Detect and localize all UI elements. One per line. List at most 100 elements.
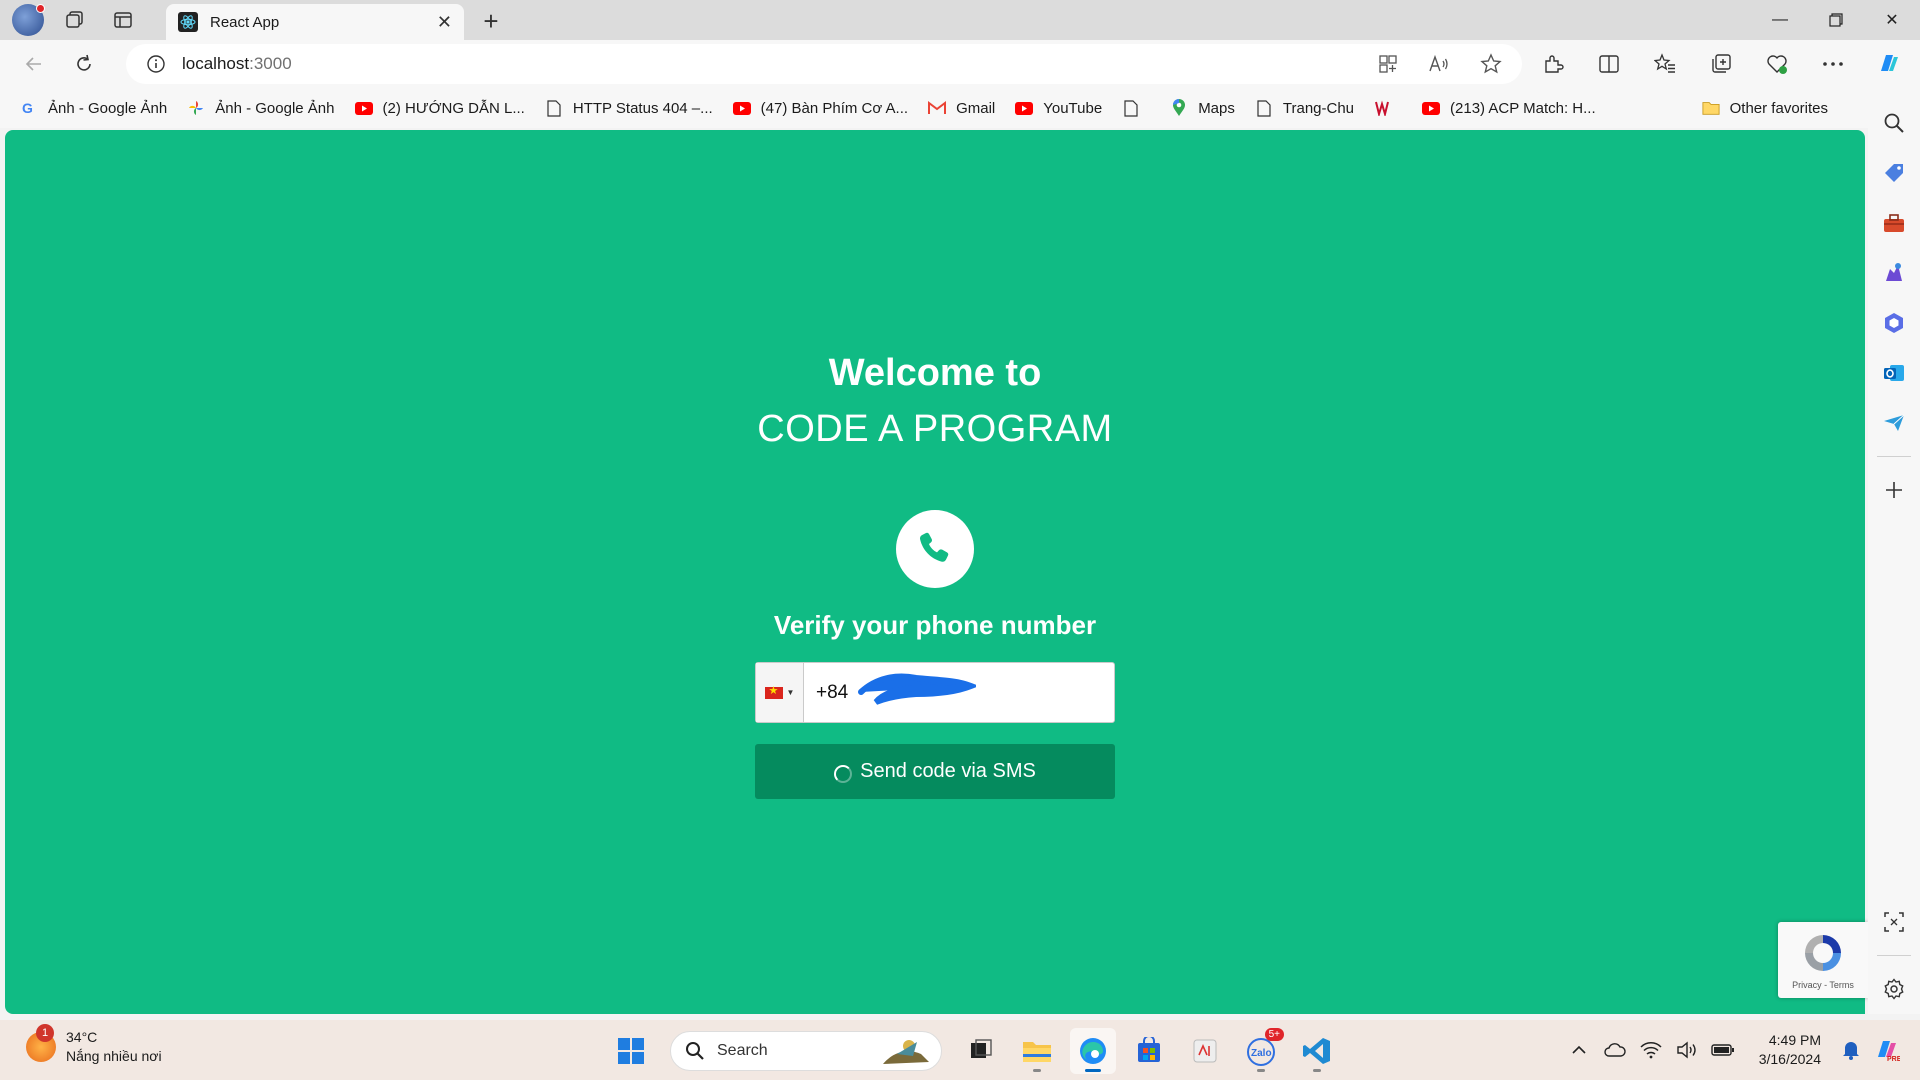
country-selector[interactable]: ▼ bbox=[756, 663, 804, 722]
sidebar-divider bbox=[1877, 456, 1911, 457]
workspaces-icon[interactable] bbox=[58, 3, 92, 37]
taskbar-search[interactable]: Search bbox=[670, 1031, 942, 1071]
running-indicator bbox=[1313, 1069, 1321, 1072]
google-photos-icon bbox=[187, 99, 205, 117]
clock[interactable]: 4:49 PM 3/16/2024 bbox=[1759, 1031, 1821, 1069]
close-window-button[interactable]: ✕ bbox=[1864, 0, 1920, 40]
shopping-tag-icon[interactable] bbox=[1878, 157, 1910, 189]
page-icon bbox=[1255, 99, 1273, 117]
svg-text:PRE: PRE bbox=[1887, 1056, 1900, 1063]
search-icon[interactable] bbox=[1878, 107, 1910, 139]
extensions-icon[interactable] bbox=[1536, 47, 1570, 81]
url-text: localhost:3000 bbox=[182, 54, 292, 74]
zalo-icon[interactable]: Zalo 5+ bbox=[1238, 1028, 1284, 1074]
weather-sun-icon: 1 bbox=[26, 1024, 56, 1062]
bookmark-label: (213) ACP Match: H... bbox=[1450, 99, 1596, 117]
bookmark-item[interactable]: HTTP Status 404 –... bbox=[545, 99, 713, 117]
notification-bell-icon[interactable] bbox=[1836, 1035, 1866, 1065]
microsoft-365-icon[interactable] bbox=[1878, 307, 1910, 339]
weather-widget[interactable]: 1 34°C Nắng nhiều nơi bbox=[26, 1024, 162, 1066]
bookmark-label: Ảnh - Google Ảnh bbox=[48, 99, 168, 117]
chevron-up-icon[interactable] bbox=[1564, 1035, 1594, 1065]
recaptcha-badge[interactable]: Privacy - Terms bbox=[1778, 922, 1868, 998]
edge-sidebar bbox=[1868, 88, 1920, 1014]
volume-icon[interactable] bbox=[1672, 1035, 1702, 1065]
start-button[interactable] bbox=[608, 1028, 654, 1074]
bookmark-label: YouTube bbox=[1043, 99, 1103, 117]
profile-avatar[interactable] bbox=[12, 4, 45, 36]
wifi-icon[interactable] bbox=[1636, 1035, 1666, 1065]
minimize-button[interactable]: — bbox=[1752, 0, 1808, 40]
bookmark-label: Ảnh - Google Ảnh bbox=[215, 99, 335, 117]
new-tab-button[interactable]: + bbox=[476, 6, 506, 36]
battery-icon[interactable] bbox=[1708, 1035, 1738, 1065]
close-tab-icon[interactable]: ✕ bbox=[437, 12, 452, 33]
phone-icon bbox=[920, 532, 949, 562]
refresh-button[interactable] bbox=[64, 44, 104, 84]
games-icon[interactable] bbox=[1878, 257, 1910, 289]
copilot-icon[interactable] bbox=[1872, 47, 1906, 81]
site-icon bbox=[1374, 99, 1392, 117]
page-icon bbox=[545, 99, 563, 117]
bookmark-item[interactable]: (213) ACP Match: H... bbox=[1422, 99, 1596, 117]
more-options-icon[interactable] bbox=[1816, 47, 1850, 81]
favorites-bar: G Ảnh - Google Ảnh Ảnh - Google Ảnh (2) H… bbox=[0, 88, 1920, 128]
task-view-button[interactable] bbox=[958, 1028, 1004, 1074]
add-icon[interactable] bbox=[1878, 474, 1910, 506]
unknown-app-icon[interactable] bbox=[1182, 1028, 1228, 1074]
page-viewport: Welcome to CODE A PROGRAM Verify your ph… bbox=[5, 130, 1868, 1014]
favorites-icon[interactable] bbox=[1648, 47, 1682, 81]
settings-gear-icon[interactable] bbox=[1878, 973, 1910, 1005]
bookmark-item[interactable]: Maps bbox=[1170, 99, 1235, 117]
tools-icon[interactable] bbox=[1878, 207, 1910, 239]
send-sms-button[interactable]: Send code via SMS bbox=[755, 744, 1115, 799]
read-aloud-icon[interactable] bbox=[1428, 54, 1450, 74]
restore-button[interactable] bbox=[1808, 0, 1864, 40]
notification-dot bbox=[36, 4, 45, 13]
bookmark-label: Gmail bbox=[956, 99, 996, 117]
bookmark-item[interactable]: Trang-Chu bbox=[1255, 99, 1354, 117]
back-button[interactable] bbox=[14, 44, 54, 84]
outlook-icon[interactable] bbox=[1878, 357, 1910, 389]
phone-number-field[interactable]: ▼ +84 bbox=[755, 662, 1115, 723]
sidebar-bottom bbox=[1868, 897, 1920, 1014]
window-controls: — ✕ bbox=[1752, 0, 1920, 40]
bookmark-item[interactable] bbox=[1122, 99, 1150, 117]
collections-icon[interactable] bbox=[1704, 47, 1738, 81]
onedrive-cloud-icon[interactable] bbox=[1600, 1035, 1630, 1065]
site-info-icon[interactable] bbox=[146, 54, 166, 74]
vietnam-flag-icon bbox=[764, 684, 783, 699]
bookmark-item[interactable]: Ảnh - Google Ảnh bbox=[187, 99, 335, 117]
clock-date: 3/16/2024 bbox=[1758, 1051, 1821, 1067]
microsoft-store-icon[interactable] bbox=[1126, 1028, 1172, 1074]
tab-react-app[interactable]: React App ✕ bbox=[166, 4, 464, 40]
phone-badge bbox=[896, 510, 974, 588]
app-available-icon[interactable] bbox=[1378, 54, 1398, 74]
edge-browser-icon[interactable] bbox=[1070, 1028, 1116, 1074]
other-favorites[interactable]: Other favorites bbox=[1702, 99, 1828, 117]
bookmark-item[interactable]: (47) Bàn Phím Cơ A... bbox=[732, 99, 908, 117]
browser-essentials-icon[interactable] bbox=[1760, 47, 1794, 81]
bookmark-item[interactable]: YouTube bbox=[1015, 99, 1102, 117]
vertical-tabs-icon[interactable] bbox=[106, 3, 140, 37]
taskbar-apps: Search Zalo 5+ bbox=[608, 1028, 1340, 1074]
loading-spinner-icon bbox=[834, 764, 853, 783]
bookmark-item[interactable]: G Ảnh - Google Ảnh bbox=[20, 99, 167, 117]
temperature: 34°C bbox=[66, 1029, 98, 1045]
file-explorer-icon[interactable] bbox=[1014, 1028, 1060, 1074]
bookmark-item[interactable] bbox=[1374, 99, 1402, 117]
screenshot-icon[interactable] bbox=[1878, 906, 1910, 938]
copilot-taskbar-icon[interactable]: PRE bbox=[1872, 1035, 1902, 1065]
bookmark-item[interactable]: Gmail bbox=[928, 99, 995, 117]
drop-icon[interactable] bbox=[1878, 407, 1910, 439]
recaptcha-terms[interactable]: Privacy - Terms bbox=[1792, 980, 1854, 990]
split-screen-icon[interactable] bbox=[1592, 47, 1626, 81]
sidebar-divider bbox=[1877, 955, 1911, 956]
bookmark-item[interactable]: (2) HƯỚNG DẪN L... bbox=[354, 99, 525, 117]
youtube-icon bbox=[1015, 99, 1034, 117]
url-port: :3000 bbox=[249, 54, 292, 73]
phone-value[interactable]: +84 bbox=[816, 673, 976, 705]
vscode-icon[interactable] bbox=[1294, 1028, 1340, 1074]
address-bar[interactable]: localhost:3000 bbox=[126, 44, 1522, 84]
favorite-star-icon[interactable] bbox=[1480, 53, 1502, 75]
